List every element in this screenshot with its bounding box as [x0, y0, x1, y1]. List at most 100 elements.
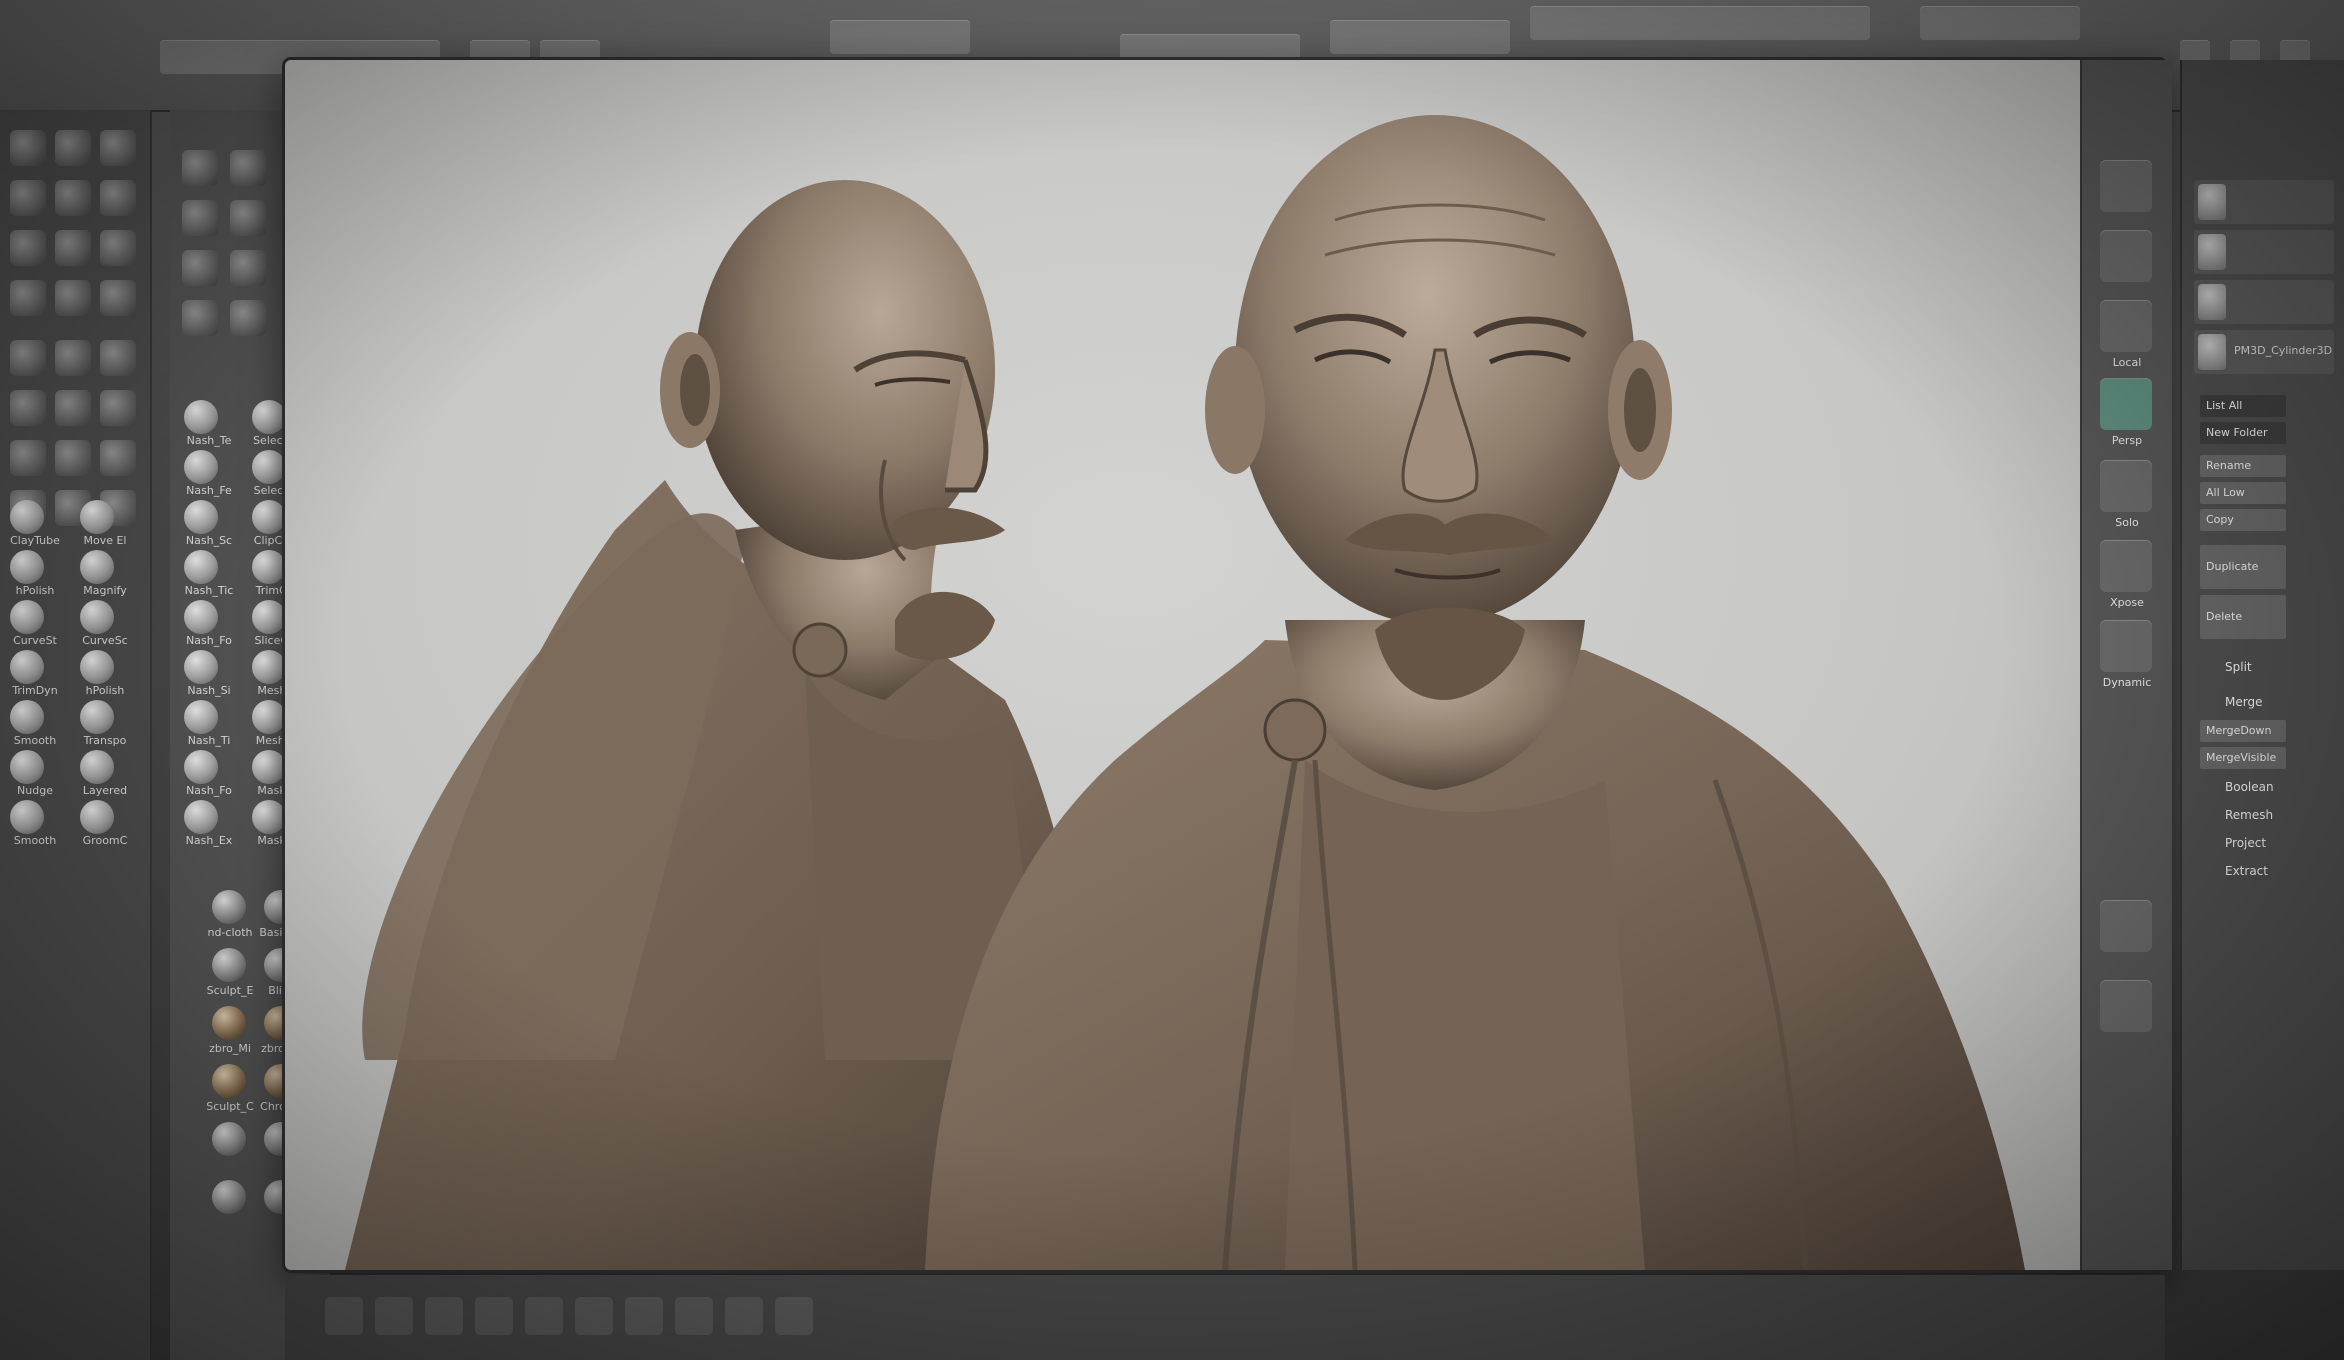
tray-button[interactable] [575, 1297, 613, 1335]
rename-button[interactable]: Rename [2200, 455, 2286, 477]
brush-item[interactable]: CurveSt [0, 600, 70, 650]
palette-icon[interactable] [100, 440, 136, 476]
palette-icon[interactable] [100, 390, 136, 426]
material-ball-icon[interactable] [212, 890, 246, 924]
brush-item[interactable]: Nash_Fo [174, 600, 244, 650]
duplicate-button[interactable]: Duplicate [2200, 545, 2286, 589]
subtool-row[interactable] [2194, 280, 2334, 324]
subtool-row[interactable]: PM3D_Cylinder3D [2194, 330, 2334, 374]
xpose-icon[interactable] [2100, 540, 2152, 592]
brush-item[interactable]: CurveSc [70, 600, 140, 650]
project-heading[interactable]: Project [2225, 836, 2266, 850]
solo-icon[interactable] [2100, 460, 2152, 512]
ghost-icon[interactable] [2100, 980, 2152, 1032]
brush-item[interactable]: Layered [70, 750, 140, 800]
shelf-icon[interactable] [182, 250, 218, 286]
toolbar-button[interactable] [1330, 20, 1510, 54]
palette-icon[interactable] [10, 180, 46, 216]
brush-item[interactable]: hPolish [70, 650, 140, 700]
brush-item[interactable]: Nash_Sc [174, 500, 244, 550]
toolbar-button[interactable] [1530, 6, 1870, 40]
palette-icon[interactable] [10, 280, 46, 316]
frame-icon[interactable] [2100, 230, 2152, 282]
palette-icon[interactable] [55, 130, 91, 166]
palette-icon[interactable] [10, 390, 46, 426]
brush-item[interactable]: Nash_Si [174, 650, 244, 700]
boolean-heading[interactable]: Boolean [2225, 780, 2274, 794]
tray-button[interactable] [725, 1297, 763, 1335]
tray-button[interactable] [425, 1297, 463, 1335]
material-ball-icon[interactable] [212, 1122, 246, 1156]
tray-button[interactable] [525, 1297, 563, 1335]
brush-item[interactable]: Nash_Ti [174, 700, 244, 750]
palette-icon[interactable] [10, 340, 46, 376]
brush-item[interactable]: Nash_Fo [174, 750, 244, 800]
viewport-canvas[interactable] [285, 60, 2165, 1270]
brush-item[interactable]: ClayTube [0, 500, 70, 550]
shelf-icon[interactable] [182, 150, 218, 186]
palette-icon[interactable] [55, 180, 91, 216]
palette-icon[interactable] [55, 340, 91, 376]
brush-item[interactable]: TrimDyn [0, 650, 70, 700]
palette-icon[interactable] [55, 280, 91, 316]
remesh-heading[interactable]: Remesh [2225, 808, 2273, 822]
palette-icon[interactable] [100, 280, 136, 316]
brush-item[interactable]: Move El [70, 500, 140, 550]
palette-icon[interactable] [10, 230, 46, 266]
toolbar-button[interactable] [830, 20, 970, 54]
tray-button[interactable] [625, 1297, 663, 1335]
palette-icon[interactable] [55, 230, 91, 266]
merge-visible-button[interactable]: MergeVisible [2200, 747, 2286, 769]
brush-item[interactable]: hPolish [0, 550, 70, 600]
extract-heading[interactable]: Extract [2225, 864, 2268, 878]
shelf-icon[interactable] [230, 250, 266, 286]
new-folder-button[interactable]: New Folder [2200, 422, 2286, 444]
subtool-row[interactable] [2194, 180, 2334, 224]
material-ball-icon[interactable] [212, 1064, 246, 1098]
transp-icon[interactable] [2100, 900, 2152, 952]
brush-item[interactable]: GroomC [70, 800, 140, 850]
merge-heading[interactable]: Merge [2225, 695, 2262, 709]
tray-button[interactable] [775, 1297, 813, 1335]
copy-button[interactable]: Copy [2200, 509, 2286, 531]
palette-icon[interactable] [100, 130, 136, 166]
palette-icon[interactable] [55, 440, 91, 476]
tray-button[interactable] [675, 1297, 713, 1335]
shelf-icon[interactable] [230, 150, 266, 186]
tray-button[interactable] [375, 1297, 413, 1335]
persp-icon[interactable] [2100, 378, 2152, 430]
list-all-button[interactable]: List All [2200, 395, 2286, 417]
merge-down-button[interactable]: MergeDown [2200, 720, 2286, 742]
split-heading[interactable]: Split [2225, 660, 2252, 674]
brush-item[interactable]: Magnify [70, 550, 140, 600]
brush-item[interactable]: Nash_Te [174, 400, 244, 450]
palette-icon[interactable] [100, 180, 136, 216]
rotate-icon[interactable] [2100, 160, 2152, 212]
palette-icon[interactable] [100, 340, 136, 376]
delete-button[interactable]: Delete [2200, 595, 2286, 639]
tray-button[interactable] [475, 1297, 513, 1335]
local-icon[interactable] [2100, 300, 2152, 352]
subtool-row[interactable] [2194, 230, 2334, 274]
brush-item[interactable]: Nudge [0, 750, 70, 800]
material-ball-icon[interactable] [212, 1006, 246, 1040]
brush-item[interactable]: Nash_Ex [174, 800, 244, 850]
toolbar-button[interactable] [1920, 6, 2080, 40]
palette-icon[interactable] [10, 130, 46, 166]
shelf-icon[interactable] [230, 200, 266, 236]
palette-icon[interactable] [100, 230, 136, 266]
brush-item[interactable]: Smooth [0, 700, 70, 750]
shelf-icon[interactable] [230, 300, 266, 336]
palette-icon[interactable] [55, 390, 91, 426]
material-ball-icon[interactable] [212, 1180, 246, 1214]
shelf-icon[interactable] [182, 300, 218, 336]
brush-item[interactable]: Transpo [70, 700, 140, 750]
material-ball-icon[interactable] [212, 948, 246, 982]
brush-item[interactable]: Nash_Fe [174, 450, 244, 500]
brush-item[interactable]: Smooth [0, 800, 70, 850]
brush-item[interactable]: Nash_Tic [174, 550, 244, 600]
all-low-button[interactable]: All Low [2200, 482, 2286, 504]
dynamic-icon[interactable] [2100, 620, 2152, 672]
tray-button[interactable] [325, 1297, 363, 1335]
shelf-icon[interactable] [182, 200, 218, 236]
